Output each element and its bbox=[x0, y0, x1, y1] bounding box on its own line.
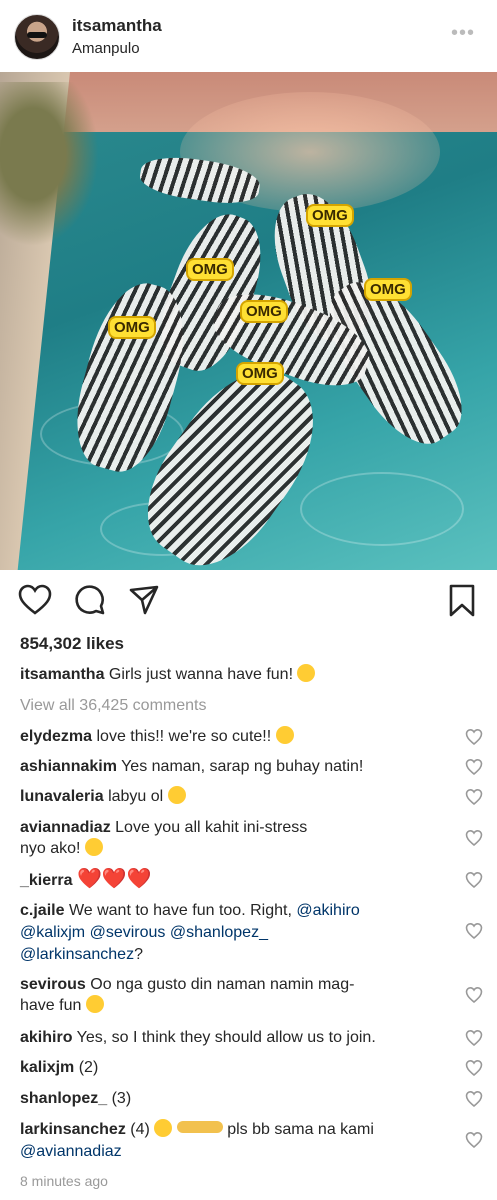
comment-like-heart-icon[interactable] bbox=[465, 922, 483, 940]
post-photo[interactable]: OMG OMG OMG OMG OMG OMG bbox=[0, 72, 497, 570]
comment-text: Yes naman, sarap ng buhay natin! bbox=[121, 758, 364, 775]
comment-row: elydezma love this!! we're so cute!! bbox=[20, 726, 460, 747]
share-icon[interactable] bbox=[128, 584, 160, 616]
caption-username[interactable]: itsamantha bbox=[20, 666, 104, 683]
comment-text: pls bb sama na kami bbox=[227, 1121, 374, 1138]
comment-like-heart-icon[interactable] bbox=[465, 728, 483, 746]
comment-username[interactable]: c.jaile bbox=[20, 902, 64, 919]
winking-tongue-emoji bbox=[297, 664, 316, 682]
comment-text: (4) bbox=[130, 1121, 150, 1138]
mention-link[interactable]: @aviannadiaz bbox=[20, 1143, 122, 1160]
comment-row: aviannadiaz Love you all kahit ini-stres… bbox=[20, 817, 460, 859]
comment-username[interactable]: _kierra bbox=[20, 872, 73, 889]
comment-row: sevirous Oo nga gusto din naman namin ma… bbox=[20, 974, 460, 1016]
heart-eyes-emoji bbox=[275, 726, 294, 744]
post-location[interactable]: Amanpulo bbox=[72, 40, 140, 57]
comment-text: ? bbox=[134, 946, 143, 963]
action-bar bbox=[0, 580, 497, 620]
comment-row: larkinsanchez (4) pls bb sama na kami @a… bbox=[20, 1119, 460, 1163]
comment-like-heart-icon[interactable] bbox=[465, 986, 483, 1004]
pleading-face-emoji bbox=[84, 838, 103, 856]
comment-like-heart-icon[interactable] bbox=[465, 758, 483, 776]
post-timestamp: 8 minutes ago bbox=[20, 1173, 108, 1189]
comment-like-heart-icon[interactable] bbox=[465, 788, 483, 806]
more-options-icon[interactable]: ••• bbox=[451, 22, 475, 45]
comment-row: _kierra ❤️❤️❤️ bbox=[20, 869, 460, 891]
omg-sticker: OMG bbox=[306, 204, 354, 227]
view-all-comments-link[interactable]: View all 36,425 comments bbox=[20, 695, 460, 716]
comment-like-heart-icon[interactable] bbox=[465, 1131, 483, 1149]
comment-row: lunavaleria labyu ol bbox=[20, 786, 460, 807]
comment-text: We want to have fun too. Right, bbox=[68, 902, 292, 919]
post-username[interactable]: itsamantha bbox=[72, 16, 162, 36]
pointing-hands-emoji bbox=[176, 1121, 223, 1133]
comment-like-heart-icon[interactable] bbox=[465, 1059, 483, 1077]
comment-username[interactable]: lunavaleria bbox=[20, 788, 104, 805]
comment-username[interactable]: ashiannakim bbox=[20, 758, 117, 775]
mention-link[interactable]: @shanlopez_ bbox=[170, 924, 268, 941]
omg-sticker: OMG bbox=[240, 300, 288, 323]
comment-text: (3) bbox=[111, 1090, 132, 1107]
comment-username[interactable]: elydezma bbox=[20, 728, 92, 745]
comment-text: have fun bbox=[20, 997, 82, 1014]
red-hearts-emoji: ❤️❤️❤️ bbox=[76, 868, 152, 890]
comment-like-heart-icon[interactable] bbox=[465, 829, 483, 847]
mention-link[interactable]: @sevirous bbox=[90, 924, 166, 941]
comment-username[interactable]: larkinsanchez bbox=[20, 1121, 126, 1138]
mention-link[interactable]: @akihiro bbox=[296, 902, 359, 919]
omg-sticker: OMG bbox=[236, 362, 284, 385]
comment-row: akihiro Yes, so I think they should allo… bbox=[20, 1027, 460, 1048]
comment-like-heart-icon[interactable] bbox=[465, 871, 483, 889]
likes-count[interactable]: 854,302 likes bbox=[20, 634, 124, 654]
post-header: itsamantha Amanpulo ••• bbox=[0, 0, 497, 72]
comment-text: labyu ol bbox=[108, 788, 164, 805]
omg-sticker: OMG bbox=[108, 316, 156, 339]
bookmark-icon[interactable] bbox=[448, 584, 476, 618]
omg-sticker: OMG bbox=[364, 278, 412, 301]
mention-link[interactable]: @larkinsanchez bbox=[20, 946, 134, 963]
comment-row: c.jaile We want to have fun too. Right, … bbox=[20, 900, 460, 966]
avatar[interactable] bbox=[14, 14, 60, 60]
mention-link[interactable]: @kalixjm bbox=[20, 924, 85, 941]
caption-text: Girls just wanna have fun! bbox=[108, 666, 294, 683]
comment-username[interactable]: sevirous bbox=[20, 976, 86, 993]
comment-row: ashiannakim Yes naman, sarap ng buhay na… bbox=[20, 756, 460, 777]
comment-text: nyo ako! bbox=[20, 840, 81, 857]
omg-sticker: OMG bbox=[186, 258, 234, 281]
caption: itsamantha Girls just wanna have fun! bbox=[20, 664, 460, 685]
comment-text: Love you all kahit ini-stress bbox=[115, 819, 308, 836]
comment-text: Yes, so I think they should allow us to … bbox=[76, 1029, 376, 1046]
pensive-face-emoji bbox=[85, 995, 104, 1013]
comment-username[interactable]: shanlopez_ bbox=[20, 1090, 107, 1107]
comment-like-heart-icon[interactable] bbox=[465, 1090, 483, 1108]
comment-icon[interactable] bbox=[74, 584, 106, 616]
comment-like-heart-icon[interactable] bbox=[465, 1029, 483, 1047]
comment-row: kalixjm (2) bbox=[20, 1057, 460, 1078]
comment-text: Oo nga gusto din naman namin mag- bbox=[90, 976, 355, 993]
kissing-heart-emoji bbox=[167, 786, 186, 804]
comment-text: (2) bbox=[78, 1059, 99, 1076]
heart-icon[interactable] bbox=[18, 584, 52, 616]
comment-row: shanlopez_ (3) bbox=[20, 1088, 460, 1109]
comment-username[interactable]: akihiro bbox=[20, 1029, 72, 1046]
comment-username[interactable]: aviannadiaz bbox=[20, 819, 111, 836]
comment-text: love this!! we're so cute!! bbox=[96, 728, 272, 745]
comment-username[interactable]: kalixjm bbox=[20, 1059, 74, 1076]
pleading-face-emoji bbox=[154, 1119, 173, 1137]
